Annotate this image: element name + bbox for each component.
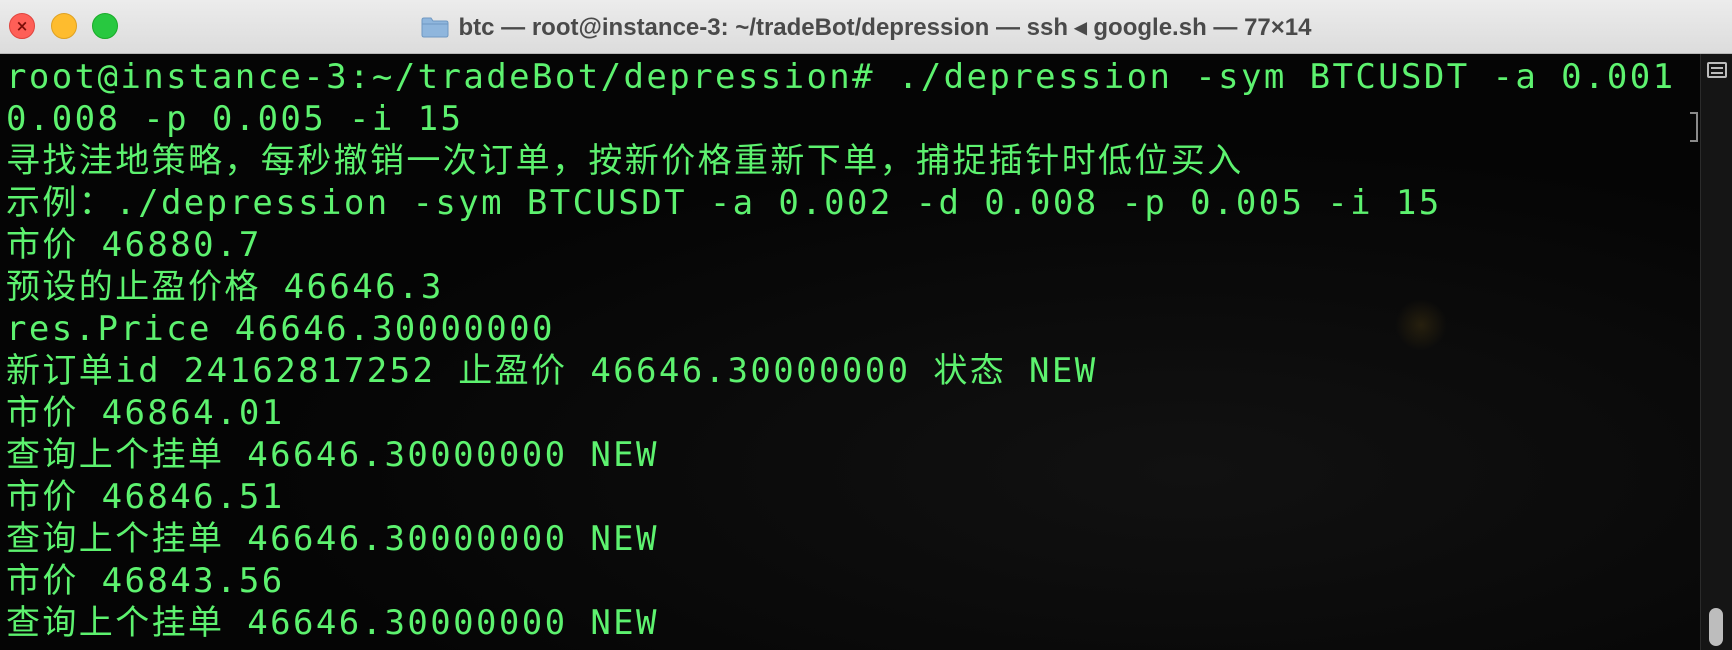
terminal-line-description: 寻找洼地策略，每秒撤销一次订单，按新价格重新下单，捕捉插针时低位买入 bbox=[6, 141, 1244, 181]
terminal-line-market-price: 市价 46846.51 bbox=[6, 477, 285, 517]
terminal-line-query-order: 查询上个挂单 46646.30000000 NEW bbox=[6, 603, 659, 643]
terminal-line-new-order: 新订单id 24162817252 止盈价 46646.30000000 状态 … bbox=[6, 351, 1098, 391]
terminal-line-example: 示例：./depression -sym BTCUSDT -a 0.002 -d… bbox=[6, 183, 1442, 223]
terminal-line-market-price: 市价 46843.56 bbox=[6, 561, 285, 601]
folder-icon bbox=[421, 16, 449, 38]
window-title-group: btc — root@instance-3: ~/tradeBot/depres… bbox=[0, 0, 1732, 54]
scroll-thumb[interactable] bbox=[1709, 608, 1723, 646]
terminal-output[interactable]: root@instance-3:~/tradeBot/depression# .… bbox=[0, 54, 1700, 650]
terminal-line-take-profit: 预设的止盈价格 46646.3 bbox=[6, 267, 444, 307]
terminal-line-query-order: 查询上个挂单 46646.30000000 NEW bbox=[6, 435, 659, 475]
line-wrap-marker bbox=[1690, 112, 1698, 142]
terminal-line-market-price: 市价 46864.01 bbox=[6, 393, 285, 433]
terminal-line-command: root@instance-3:~/tradeBot/depression# .… bbox=[6, 57, 1700, 97]
terminal-lines: root@instance-3:~/tradeBot/depression# .… bbox=[6, 56, 1700, 644]
title-bar[interactable]: × btc — root@instance-3: ~/tradeBot/depr… bbox=[0, 0, 1732, 54]
terminal-line-query-order: 查询上个挂单 46646.30000000 NEW bbox=[6, 519, 659, 559]
terminal-window: × btc — root@instance-3: ~/tradeBot/depr… bbox=[0, 0, 1732, 650]
menu-icon[interactable] bbox=[1707, 62, 1727, 78]
window-title: btc — root@instance-3: ~/tradeBot/depres… bbox=[458, 13, 1312, 41]
terminal-line-res-price: res.Price 46646.30000000 bbox=[6, 309, 555, 349]
vertical-scrollbar[interactable] bbox=[1700, 54, 1732, 650]
terminal-line-command-wrap: 0.008 -p 0.005 -i 15 bbox=[6, 99, 464, 139]
terminal-line-market-price: 市价 46880.7 bbox=[6, 225, 262, 265]
